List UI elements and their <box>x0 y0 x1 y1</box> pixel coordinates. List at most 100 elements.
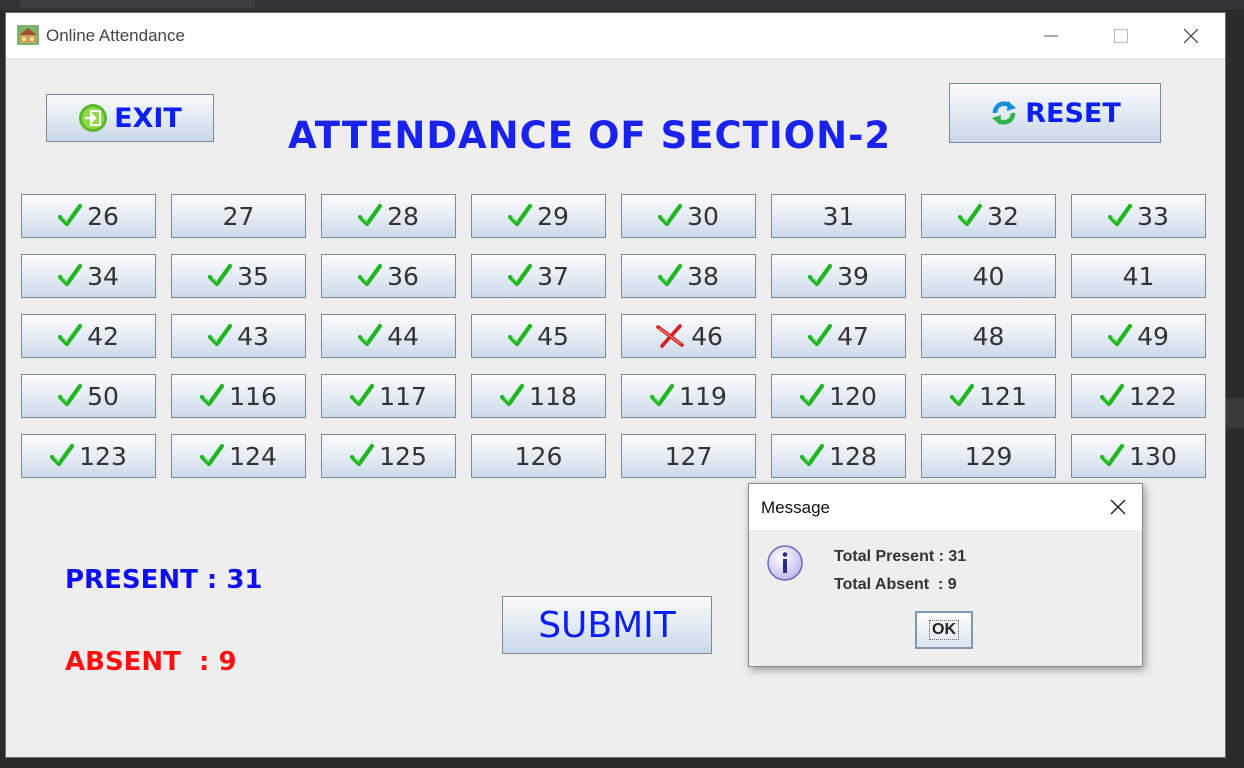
roll-number: 27 <box>222 201 255 231</box>
check-mark-icon <box>650 384 675 408</box>
check-mark-icon <box>950 384 975 408</box>
roll-number: 49 <box>1137 321 1169 351</box>
roll-number: 36 <box>387 261 419 291</box>
roll-button-35[interactable]: 35 <box>171 254 306 298</box>
roll-button-27[interactable]: 27 <box>171 194 306 238</box>
roll-number: 39 <box>837 261 869 291</box>
roll-number: 47 <box>837 321 869 351</box>
ide-scroll-marker <box>1226 398 1244 428</box>
roll-number: 37 <box>537 261 569 291</box>
roll-button-28[interactable]: 28 <box>321 194 456 238</box>
reset-button[interactable]: RESET <box>949 83 1161 143</box>
window-title: Online Attendance <box>46 26 185 45</box>
present-count: PRESENT : 31 <box>65 565 263 595</box>
roll-button-48[interactable]: 48 <box>921 314 1056 358</box>
dialog-total-present: Total Present : 31 <box>834 548 967 565</box>
roll-button-116[interactable]: 116 <box>171 374 306 418</box>
exit-button[interactable]: EXIT <box>46 94 214 142</box>
roll-button-120[interactable]: 120 <box>771 374 906 418</box>
roll-button-46[interactable]: 46 <box>621 314 756 358</box>
roll-button-38[interactable]: 38 <box>621 254 756 298</box>
submit-button[interactable]: SUBMIT <box>502 596 712 654</box>
roll-button-37[interactable]: 37 <box>471 254 606 298</box>
roll-button-50[interactable]: 50 <box>21 374 156 418</box>
check-mark-icon <box>58 384 83 408</box>
check-mark-icon <box>1100 384 1125 408</box>
roll-button-130[interactable]: 130 <box>1071 434 1206 478</box>
roll-button-117[interactable]: 117 <box>321 374 456 418</box>
roll-button-42[interactable]: 42 <box>21 314 156 358</box>
roll-button-44[interactable]: 44 <box>321 314 456 358</box>
roll-number: 43 <box>237 321 269 351</box>
roll-button-41[interactable]: 41 <box>1071 254 1206 298</box>
roll-number: 121 <box>979 381 1027 411</box>
check-mark-icon <box>358 324 383 348</box>
roll-button-121[interactable]: 121 <box>921 374 1056 418</box>
ide-tab <box>20 0 255 8</box>
roll-button-39[interactable]: 39 <box>771 254 906 298</box>
roll-button-129[interactable]: 129 <box>921 434 1056 478</box>
dialog-title: Message <box>761 498 830 517</box>
message-dialog: Message Total Present : 31 Total Absent … <box>748 483 1143 667</box>
check-mark-icon <box>1108 324 1133 348</box>
roll-number: 127 <box>664 441 713 471</box>
roll-button-125[interactable]: 125 <box>321 434 456 478</box>
roll-button-29[interactable]: 29 <box>471 194 606 238</box>
check-mark-icon <box>58 324 83 348</box>
roll-button-122[interactable]: 122 <box>1071 374 1206 418</box>
roll-button-31[interactable]: 31 <box>771 194 906 238</box>
roll-button-grid: 26 27 28 29 30 31 32 33 34 35 36 37 38 39 40 41 42 43 44 45… <box>21 194 1207 480</box>
roll-button-34[interactable]: 34 <box>21 254 156 298</box>
close-button[interactable] <box>1158 13 1224 59</box>
page-title: ATTENDANCE OF SECTION-2 <box>288 114 892 157</box>
roll-number: 44 <box>387 321 419 351</box>
ide-bottom-bar <box>0 758 1244 768</box>
info-icon <box>767 545 803 581</box>
maximize-icon <box>1114 29 1128 43</box>
roll-button-30[interactable]: 30 <box>621 194 756 238</box>
check-mark-icon <box>508 204 533 228</box>
check-mark-icon <box>200 444 225 468</box>
exit-door-icon <box>79 104 108 132</box>
exit-label: EXIT <box>114 102 182 134</box>
roll-button-127[interactable]: 127 <box>621 434 756 478</box>
roll-button-123[interactable]: 123 <box>21 434 156 478</box>
roll-button-124[interactable]: 124 <box>171 434 306 478</box>
check-mark-icon <box>658 204 683 228</box>
roll-button-43[interactable]: 43 <box>171 314 306 358</box>
check-mark-icon <box>50 444 75 468</box>
ok-button[interactable]: OK <box>915 611 973 649</box>
close-icon <box>1184 29 1198 43</box>
roll-button-26[interactable]: 26 <box>21 194 156 238</box>
roll-button-40[interactable]: 40 <box>921 254 1056 298</box>
check-mark-icon <box>350 444 375 468</box>
check-mark-icon <box>58 204 83 228</box>
minimize-button[interactable] <box>1018 13 1084 59</box>
roll-button-128[interactable]: 128 <box>771 434 906 478</box>
roll-number: 125 <box>379 441 427 471</box>
roll-button-33[interactable]: 33 <box>1071 194 1206 238</box>
submit-label: SUBMIT <box>538 604 676 646</box>
roll-button-49[interactable]: 49 <box>1071 314 1206 358</box>
check-mark-icon <box>200 384 225 408</box>
roll-button-32[interactable]: 32 <box>921 194 1056 238</box>
roll-button-126[interactable]: 126 <box>471 434 606 478</box>
roll-number: 130 <box>1129 441 1177 471</box>
roll-button-36[interactable]: 36 <box>321 254 456 298</box>
maximize-button[interactable] <box>1088 13 1154 59</box>
roll-number: 119 <box>679 381 727 411</box>
roll-number: 124 <box>229 441 277 471</box>
roll-number: 28 <box>387 201 419 231</box>
roll-button-119[interactable]: 119 <box>621 374 756 418</box>
roll-number: 45 <box>537 321 569 351</box>
check-mark-icon <box>808 324 833 348</box>
check-mark-icon <box>500 384 525 408</box>
cross-mark-icon <box>654 324 686 348</box>
dialog-close-button[interactable] <box>1101 492 1135 522</box>
check-mark-icon <box>800 444 825 468</box>
check-mark-icon <box>800 384 825 408</box>
roll-number: 123 <box>79 441 127 471</box>
roll-button-118[interactable]: 118 <box>471 374 606 418</box>
roll-button-47[interactable]: 47 <box>771 314 906 358</box>
roll-button-45[interactable]: 45 <box>471 314 606 358</box>
